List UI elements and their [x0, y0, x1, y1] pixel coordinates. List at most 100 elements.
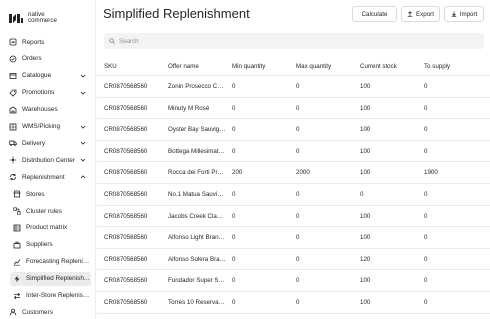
- sidebar-subitem-product-matrix[interactable]: Product matrix: [10, 221, 91, 235]
- sidebar-subitem-forecasting-replenis[interactable]: Forecasting Replenis...: [10, 255, 91, 269]
- sku-cell: CR0870568560: [104, 147, 148, 155]
- sidebar-item-label: Orders: [22, 55, 42, 63]
- import-label: Import: [459, 10, 478, 18]
- chevron-down-icon: [79, 139, 87, 147]
- sidebar-subitem-cluster-rules[interactable]: Cluster rules: [10, 204, 91, 218]
- min-quantity-cell: 0: [232, 255, 236, 263]
- table-row[interactable]: CR0870568560 Alfonso Light Brand... 0 0 100 0: [97, 227, 490, 249]
- chevron-down-icon: [79, 156, 87, 164]
- table-row[interactable]: CR0870568560 Bottega Millesimato... 0 0 100 0: [97, 141, 490, 163]
- chevron-down-icon: [79, 72, 87, 80]
- sidebar-item-label: Customers: [22, 308, 53, 316]
- column-header-sku[interactable]: SKU: [104, 63, 164, 70]
- offer-name-cell: Bottega Millesimato...: [168, 147, 226, 155]
- offer-name-cell: Minuty M Rosé: [168, 104, 210, 112]
- offer-name-cell: Alfonso Light Brand...: [168, 234, 226, 242]
- min-quantity-cell: 0: [232, 147, 236, 155]
- sidebar-subitem-stores[interactable]: Stores: [10, 187, 91, 201]
- import-icon: [451, 11, 456, 17]
- table-row[interactable]: CR0870568560 Rocca dei Forti Pros... 200 20…: [97, 162, 490, 184]
- stores-icon: [12, 189, 22, 199]
- column-header-current-stock[interactable]: Current stock: [360, 63, 415, 70]
- sidebar-item-replenishment[interactable]: Replenishment: [6, 170, 91, 184]
- sidebar-item-catalogue[interactable]: Catalogue: [6, 69, 91, 83]
- max-quantity-cell: 0: [296, 277, 300, 285]
- calculate-button[interactable]: Calculate: [352, 6, 397, 22]
- max-quantity-cell: 0: [296, 212, 300, 220]
- table-header: SKU Offer name Min quantity Max quantity…: [97, 58, 490, 76]
- sidebar-item-reports[interactable]: Reports: [6, 35, 91, 49]
- sku-cell: CR0870568560: [104, 234, 148, 242]
- current-stock-cell: 120: [360, 255, 371, 263]
- offer-name-cell: Alfonso Solera Bran...: [168, 255, 226, 263]
- sidebar-item-warehouses[interactable]: Warehouses: [6, 103, 91, 117]
- forecasting-icon: [12, 257, 22, 267]
- sidebar-item-label: Warehouses: [22, 106, 58, 114]
- current-stock-cell: 100: [360, 277, 371, 285]
- orders-icon: [8, 54, 18, 64]
- table-row[interactable]: CR0870568560 Oyster Bay Sauvign... 0 0 100 0: [97, 119, 490, 141]
- sidebar-subitem-inter-store-replenish[interactable]: Inter-Store Replenish...: [10, 289, 91, 303]
- logo[interactable]: native commerce: [8, 8, 68, 28]
- current-stock-cell: 0: [360, 191, 364, 198]
- max-quantity-cell: 0: [296, 147, 300, 155]
- table-row[interactable]: CR0870568560 Alfonso Solera Bran... 0 0 120 0: [97, 249, 490, 271]
- column-header-to-supply[interactable]: To supply: [424, 63, 479, 70]
- min-quantity-cell: 200: [232, 169, 243, 177]
- table-row[interactable]: CR0870568560 Fundador Super Sp... 0 0 100 0: [97, 270, 490, 292]
- min-quantity-cell: 0: [232, 277, 236, 285]
- max-quantity-cell: 2000: [296, 169, 310, 177]
- table-row[interactable]: CR0870568560 No.1 Matua Sauvign... 0 0 0 0: [97, 184, 490, 206]
- sidebar-subitem-simplified-replenish[interactable]: Simplified Replenish...: [10, 271, 91, 286]
- offer-name-cell: Fundador Super Sp...: [168, 277, 226, 285]
- logo-text: native commerce: [28, 10, 57, 24]
- table-row[interactable]: CR0870568560 Jacobs Creek Classi... 0 0 100 0: [97, 206, 490, 228]
- sidebar-item-customers[interactable]: Customers: [6, 305, 91, 319]
- sidebar-item-delivery[interactable]: Delivery: [6, 136, 91, 150]
- max-quantity-cell: 0: [296, 234, 300, 242]
- sku-cell: CR0870568560: [104, 299, 148, 306]
- search-bar[interactable]: [104, 33, 484, 49]
- table-row[interactable]: CR0870568560 Minuty M Rosé 0 0 100 0: [97, 98, 490, 120]
- min-quantity-cell: 0: [232, 212, 236, 220]
- sidebar-item-promotions[interactable]: Promotions: [6, 86, 91, 100]
- search-input[interactable]: [119, 37, 419, 45]
- warehouses-icon: [8, 105, 18, 115]
- max-quantity-cell: 0: [296, 104, 300, 112]
- chevron-down-icon: [79, 89, 87, 97]
- sidebar-item-distribution-center[interactable]: Distribution Center: [6, 153, 91, 167]
- column-header-min-quantity[interactable]: Min quantity: [232, 63, 287, 70]
- table-row[interactable]: CR0870568560 Zonin Prosecco Cuv... 0 0 100 0: [97, 76, 490, 98]
- offer-name-cell: Oyster Bay Sauvign...: [168, 126, 226, 134]
- to-supply-cell: 0: [424, 126, 428, 134]
- customers-icon: [8, 307, 18, 317]
- reports-icon: [8, 37, 18, 47]
- cluster-rules-icon: [12, 206, 22, 216]
- sidebar-item-label: Suppliers: [26, 241, 53, 249]
- export-label: Export: [416, 10, 434, 18]
- offer-name-cell: No.1 Matua Sauvign...: [168, 191, 226, 198]
- import-button[interactable]: Import: [444, 6, 484, 22]
- logo-icon: [9, 14, 23, 23]
- table-row[interactable]: CR0870568560 Torres 10 Reserva I... 0 0 100 0: [97, 292, 490, 314]
- sku-cell: CR0870568560: [104, 104, 148, 112]
- sidebar-subitem-suppliers[interactable]: Suppliers: [10, 238, 91, 252]
- export-button[interactable]: Export: [401, 6, 440, 22]
- sidebar-item-label: Delivery: [22, 139, 46, 147]
- sidebar-item-wms-picking[interactable]: WMS/Picking: [6, 120, 91, 134]
- column-header-offer-name[interactable]: Offer name: [168, 63, 226, 70]
- offer-name-cell: Rocca dei Forti Pros...: [168, 169, 226, 177]
- delivery-icon: [8, 138, 18, 148]
- to-supply-cell: 0: [424, 104, 428, 112]
- max-quantity-cell: 0: [296, 255, 300, 263]
- to-supply-cell: 0: [424, 83, 428, 90]
- sku-cell: CR0870568560: [104, 191, 148, 198]
- sku-cell: CR0870568560: [104, 277, 148, 285]
- column-header-max-quantity[interactable]: Max quantity: [296, 63, 351, 70]
- page-title: Simplified Replenishment: [103, 6, 250, 21]
- calculate-label: Calculate: [361, 10, 388, 18]
- sidebar-item-label: Distribution Center: [22, 156, 75, 164]
- current-stock-cell: 100: [360, 169, 371, 177]
- sidebar-item-orders[interactable]: Orders: [6, 52, 91, 66]
- current-stock-cell: 100: [360, 104, 371, 112]
